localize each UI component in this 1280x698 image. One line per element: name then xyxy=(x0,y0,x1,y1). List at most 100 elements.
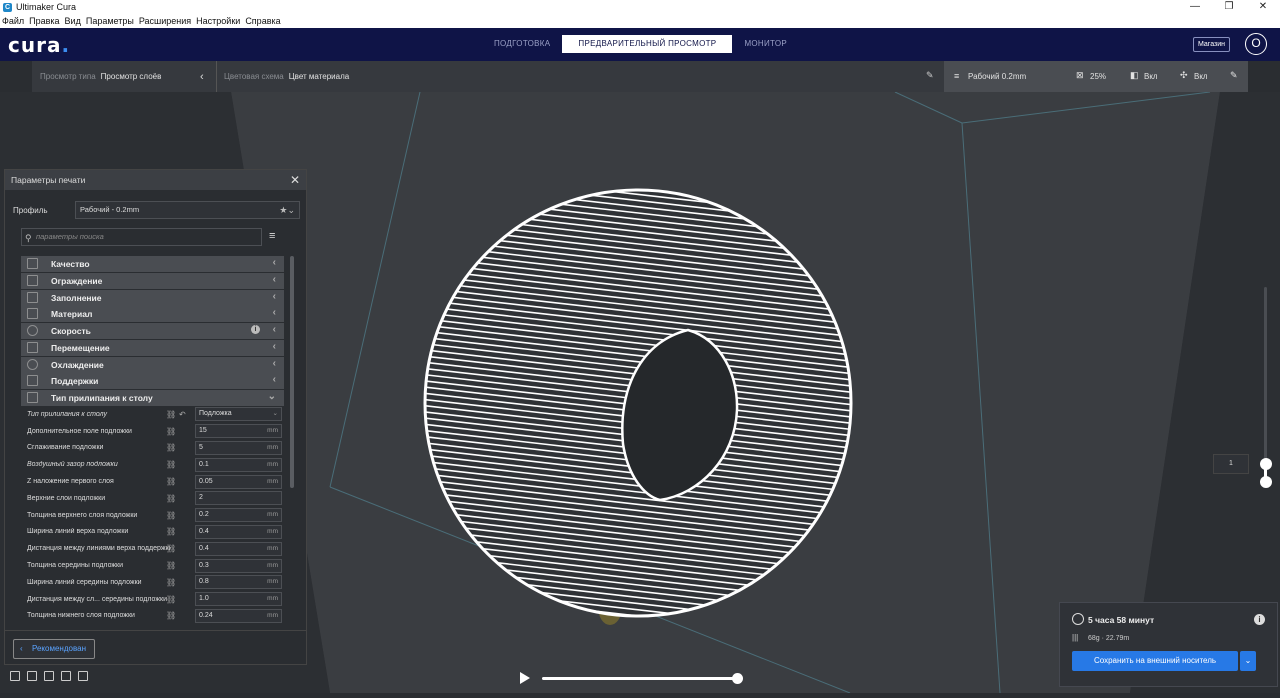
stage-prepare[interactable]: ПОДГОТОВКА xyxy=(482,35,562,53)
setting-input[interactable]: 0.2 mm xyxy=(195,508,282,523)
marketplace-button[interactable]: Магазин xyxy=(1193,37,1231,52)
search-icon: ⚲ xyxy=(25,233,32,243)
support-icon xyxy=(27,375,38,387)
maximize-button[interactable]: ❐ xyxy=(1212,0,1246,14)
view-type-selector[interactable]: Просмотр типа Просмотр слоёв ‹ xyxy=(40,61,204,92)
setting-row: Сглаживание подложки ⛓ 5 mm xyxy=(13,440,285,457)
category-support[interactable]: Поддержки ‹ xyxy=(21,373,284,390)
close-window-button[interactable]: ✕ xyxy=(1246,0,1280,14)
adhesion-type-select[interactable]: Подложка ⌄ xyxy=(195,407,282,422)
view-options-bar: Просмотр типа Просмотр слоёв ‹ Цветовая с… xyxy=(32,61,1248,92)
reset-icon[interactable]: ↶ xyxy=(179,410,186,419)
profile-dropdown[interactable]: Рабочий - 0.2mm ★⌄ xyxy=(75,201,300,219)
play-icon[interactable] xyxy=(520,672,530,684)
setting-input[interactable]: 0.24 mm xyxy=(195,608,282,623)
window-title: Ultimaker Cura xyxy=(16,2,77,12)
chevron-left-icon[interactable]: ‹ xyxy=(200,71,204,83)
setting-input[interactable]: 0.4 mm xyxy=(195,541,282,556)
menu-extensions[interactable]: Расширения xyxy=(139,16,191,26)
setting-input[interactable]: 0.8 mm xyxy=(195,575,282,590)
setting-row: Тип прилипания к столу ⛓ ↶ Подложка ⌄ xyxy=(13,406,285,423)
menu-settings[interactable]: Параметры xyxy=(86,16,134,26)
link-icon: ⛓ xyxy=(166,527,177,537)
layer-number-field[interactable]: 1 xyxy=(1213,454,1249,474)
settings-scrollbar[interactable] xyxy=(290,256,294,488)
account-avatar[interactable]: O xyxy=(1245,33,1267,55)
setting-input[interactable]: 1.0 mm xyxy=(195,592,282,607)
setting-row: Толщина середины подложки ⛓ 0.3 mm xyxy=(13,557,285,574)
print-time: 5 часа 58 минут xyxy=(1088,615,1155,625)
stage-preview[interactable]: ПРЕДВАРИТЕЛЬНЫЙ ПРОСМОТР xyxy=(562,35,733,53)
close-icon[interactable]: ✕ xyxy=(290,173,300,187)
stage-menu: ПОДГОТОВКА ПРЕДВАРИТЕЛЬНЫЙ ПРОСМОТР МОНИ… xyxy=(482,35,799,53)
profile-label: Профиль xyxy=(13,206,48,215)
recommended-button[interactable]: ‹ Рекомендован xyxy=(13,639,95,659)
menu-edit[interactable]: Правка xyxy=(29,16,59,26)
chevron-left-icon: ‹ xyxy=(272,257,276,268)
minimize-button[interactable]: — xyxy=(1178,0,1212,14)
material-icon xyxy=(27,308,38,320)
right-view-icon[interactable] xyxy=(78,671,88,681)
travel-icon xyxy=(27,341,38,353)
path-slider[interactable] xyxy=(542,677,737,680)
print-setup-selector[interactable]: ≡ Рабочий 0.2mm ⊠ 25% ◧ Вкл ✣ Вкл ✎ xyxy=(944,61,1248,92)
cooling-icon xyxy=(27,358,38,370)
quality-icon xyxy=(27,258,38,269)
layer-slider[interactable] xyxy=(1264,287,1267,482)
link-icon: ⛓ xyxy=(166,426,177,436)
menu-file[interactable]: Файл xyxy=(2,16,24,26)
setting-row: Дистанция между линиями верха поддержки ⛓… xyxy=(13,540,285,557)
edit-pencil-icon[interactable]: ✎ xyxy=(1230,70,1238,81)
adhesion-icon: ✣ xyxy=(1180,70,1188,80)
info-icon[interactable]: i xyxy=(1254,614,1265,625)
color-scheme-selector[interactable]: Цветовая схема Цвет материала xyxy=(224,61,349,92)
setting-input[interactable]: 5 mm xyxy=(195,440,282,455)
edit-pencil-icon[interactable]: ✎ xyxy=(926,70,934,81)
settings-menu-icon[interactable]: ≡ xyxy=(269,230,275,242)
stage-monitor[interactable]: МОНИТОР xyxy=(732,35,799,53)
setting-row: Дополнительное поле подложки ⛓ 15 mm xyxy=(13,423,285,440)
chevron-left-icon: ‹ xyxy=(272,290,276,302)
category-cooling[interactable]: Охлаждение ‹ xyxy=(21,356,284,373)
menu-bar: Файл Правка Вид Параметры Расширения Нас… xyxy=(0,14,1280,28)
menu-view[interactable]: Вид xyxy=(65,16,81,26)
panel-title: Параметры печати xyxy=(11,175,86,185)
menu-help[interactable]: Справка xyxy=(245,16,280,26)
setting-input[interactable]: 0.3 mm xyxy=(195,558,282,573)
category-speed[interactable]: Скорость i ‹ xyxy=(21,323,284,339)
category-material[interactable]: Материал ‹ xyxy=(21,306,284,323)
setting-row: Верхние слои подложки ⛓ 2 xyxy=(13,490,285,507)
category-walls[interactable]: Ограждение ‹ xyxy=(21,272,284,289)
chevron-left-icon: ‹ xyxy=(20,644,23,653)
setting-input[interactable]: 2 xyxy=(195,491,282,506)
link-icon: ⛓ xyxy=(166,510,177,520)
settings-categories: Качество ‹ Ограждение ‹ Заполнение ‹ Матери… xyxy=(21,256,284,407)
setting-input[interactable]: 15 mm xyxy=(195,424,282,439)
top-view-icon[interactable] xyxy=(44,671,54,681)
layer-slider-lower-handle[interactable] xyxy=(1260,476,1272,488)
cura-logo: cura. xyxy=(8,33,71,57)
menu-preferences[interactable]: Настройки xyxy=(196,16,240,26)
settings-search-input[interactable]: ⚲ параметры поиска xyxy=(21,228,262,246)
front-view-icon[interactable] xyxy=(27,671,37,681)
setting-row: Воздушный зазор подложки ⛓ 0.1 mm xyxy=(13,456,285,473)
setting-input[interactable]: 0.1 mm xyxy=(195,457,282,472)
adhesion-settings-list: Тип прилипания к столу ⛓ ↶ Подложка ⌄ Дополн… xyxy=(13,406,285,624)
save-to-removable-button[interactable]: Сохранить на внешний носитель xyxy=(1072,651,1238,671)
filament-icon: ||| xyxy=(1072,633,1079,642)
left-view-icon[interactable] xyxy=(61,671,71,681)
category-adhesion[interactable]: Тип прилипания к столу ⌄ xyxy=(21,390,284,406)
setting-input[interactable]: 0.4 mm xyxy=(195,524,282,539)
category-infill[interactable]: Заполнение ‹ xyxy=(21,289,284,306)
category-quality[interactable]: Качество ‹ xyxy=(21,256,284,272)
setting-row: Толщина верхнего слоя подложки ⛓ 0.2 mm xyxy=(13,507,285,524)
path-slider-handle[interactable] xyxy=(732,673,743,684)
chevron-left-icon: ‹ xyxy=(272,357,276,369)
3d-view-icon[interactable] xyxy=(10,671,20,681)
category-travel[interactable]: Перемещение ‹ xyxy=(21,339,284,356)
info-icon[interactable]: i xyxy=(251,325,260,334)
chevron-down-icon[interactable]: ⌄ xyxy=(1240,651,1256,671)
layer-slider-upper-handle[interactable] xyxy=(1260,458,1272,470)
setting-input[interactable]: 0.05 mm xyxy=(195,474,282,489)
link-icon: ⛓ xyxy=(166,409,177,419)
